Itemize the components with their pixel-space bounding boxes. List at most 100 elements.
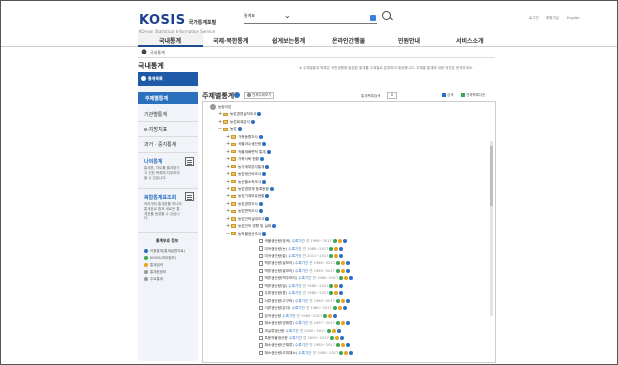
all-topics-button[interactable]: 전체주제보기 bbox=[244, 92, 275, 99]
chart-icon[interactable] bbox=[332, 239, 337, 244]
gnb-civil[interactable]: 민원안내 bbox=[398, 36, 420, 45]
tree-leaf-item[interactable]: 서류생산량(감자) 수록기간 연 1980~2017 bbox=[259, 305, 347, 311]
info-icon[interactable] bbox=[265, 194, 270, 199]
star-icon[interactable] bbox=[334, 246, 339, 251]
english-link[interactable]: English bbox=[567, 16, 580, 20]
tree-folder-item[interactable]: + 농업경영조사 bbox=[226, 201, 263, 207]
info-icon[interactable] bbox=[258, 134, 263, 139]
info-icon[interactable] bbox=[272, 224, 277, 229]
period-link[interactable]: 수록기간 bbox=[294, 261, 308, 265]
period-link[interactable]: 수록기간 bbox=[297, 351, 311, 355]
tree-folder-item[interactable]: + 농업기계보유현황 bbox=[226, 193, 270, 199]
search-button[interactable]: 검색 bbox=[442, 93, 453, 98]
chart-icon[interactable] bbox=[329, 283, 334, 288]
gnb-about[interactable]: 서비스소개 bbox=[456, 36, 484, 45]
tree-folder-item[interactable]: + 가축동향조사 bbox=[226, 134, 263, 140]
tree-folder-item[interactable]: + 농업경영체 등록현황 bbox=[226, 186, 274, 192]
star-icon[interactable] bbox=[341, 261, 346, 266]
info-icon[interactable] bbox=[265, 216, 270, 221]
sidebar-item-past[interactable]: 과거 · 중지통계 bbox=[144, 141, 176, 148]
chart-icon[interactable] bbox=[339, 350, 344, 355]
chart-icon[interactable] bbox=[336, 268, 341, 273]
period-link[interactable]: 수록기간 bbox=[297, 276, 311, 280]
info-icon[interactable] bbox=[250, 119, 255, 124]
star-icon[interactable] bbox=[344, 350, 349, 355]
info-icon[interactable] bbox=[346, 298, 351, 303]
gnb-international[interactable]: 국제·북한통계 bbox=[213, 36, 248, 45]
info-icon[interactable] bbox=[339, 291, 344, 296]
info-icon[interactable] bbox=[262, 231, 267, 236]
period-link[interactable]: 수록기간 bbox=[287, 254, 301, 258]
chart-icon[interactable] bbox=[336, 321, 341, 326]
info-icon[interactable] bbox=[269, 186, 274, 191]
star-icon[interactable] bbox=[334, 254, 339, 258]
star-icon[interactable] bbox=[334, 291, 339, 296]
info-icon[interactable] bbox=[339, 335, 344, 340]
tree-leaf-item[interactable]: 맥류생산량(쌀보리) 수록기간 연 1980~2017 bbox=[259, 268, 351, 274]
info-icon[interactable] bbox=[262, 142, 267, 147]
period-link[interactable]: 수록기간 bbox=[294, 299, 308, 303]
tree-folder-item[interactable]: − 농작물생산조사 bbox=[226, 231, 267, 237]
tree-leaf-item[interactable]: 곡물생산량(정곡) 수록기간 연 1998~2017 bbox=[259, 238, 347, 244]
my-stats-title[interactable]: 나의통계 bbox=[144, 158, 162, 165]
chart-icon[interactable] bbox=[336, 261, 341, 266]
tree-leaf-item[interactable]: 미곡생산량(논) 수록기간 연 1980~2017 bbox=[259, 246, 344, 252]
chart-icon[interactable] bbox=[329, 335, 334, 340]
chart-icon[interactable] bbox=[339, 276, 344, 281]
period-link[interactable]: 수록기간 bbox=[287, 247, 301, 251]
chart-icon[interactable] bbox=[329, 291, 334, 296]
tree-folder-item[interactable]: − 농업 bbox=[218, 126, 242, 132]
star-icon[interactable] bbox=[337, 306, 342, 311]
tree-folder-item[interactable]: + 가축사육 현황 bbox=[226, 156, 264, 162]
period-link[interactable]: 수록기간 bbox=[284, 329, 298, 333]
info-item[interactable]: KOSIS(여러정보) bbox=[144, 256, 176, 261]
info-icon[interactable] bbox=[258, 201, 263, 206]
info-item[interactable]: 통계검색 bbox=[144, 263, 163, 268]
sidebar-item-agency[interactable]: 기관별통계 bbox=[144, 111, 167, 118]
star-icon[interactable] bbox=[341, 321, 346, 326]
info-icon[interactable] bbox=[339, 283, 344, 288]
help-icon[interactable] bbox=[234, 92, 240, 98]
info-item[interactable]: 통계표정보 bbox=[144, 270, 166, 275]
info-icon[interactable] bbox=[349, 350, 354, 355]
star-icon[interactable] bbox=[337, 239, 342, 244]
search-input[interactable]: 통계표 ⌄ bbox=[244, 11, 377, 24]
signup-link[interactable]: 회원가입 bbox=[546, 16, 559, 21]
gnb-easy-stats[interactable]: 쉽게보는통계 bbox=[272, 36, 305, 45]
star-icon[interactable] bbox=[334, 283, 339, 288]
info-icon[interactable] bbox=[237, 127, 242, 132]
scrollbar-thumb[interactable] bbox=[490, 146, 493, 206]
tree-folder-item[interactable]: + 농업면적조사 bbox=[226, 208, 263, 214]
home-icon[interactable] bbox=[141, 49, 147, 54]
info-icon[interactable] bbox=[258, 209, 263, 214]
sidebar-item-topic[interactable]: 주제별통계 bbox=[138, 92, 198, 104]
info-icon[interactable] bbox=[342, 239, 347, 244]
tree-leaf-item[interactable]: 두류생산량(콩) 수록기간 연 1980~2017 bbox=[259, 290, 344, 296]
info-icon[interactable] bbox=[262, 172, 267, 177]
chart-icon[interactable] bbox=[326, 328, 331, 333]
info-icon[interactable] bbox=[342, 306, 347, 311]
chart-icon[interactable] bbox=[336, 298, 341, 303]
tree-folder-item[interactable]: + 농업경영실적조사 bbox=[218, 111, 262, 117]
info-icon[interactable] bbox=[336, 328, 341, 333]
search-scope-select[interactable]: 통계표 bbox=[244, 13, 255, 19]
info-icon[interactable] bbox=[333, 313, 338, 318]
star-icon[interactable] bbox=[328, 313, 333, 318]
chart-icon[interactable] bbox=[323, 313, 328, 318]
star-icon[interactable] bbox=[334, 335, 339, 340]
chart-icon[interactable] bbox=[336, 343, 341, 348]
chart-icon[interactable] bbox=[329, 254, 334, 258]
info-icon[interactable] bbox=[339, 246, 344, 251]
period-link[interactable]: 수록기간 bbox=[294, 269, 308, 273]
tree-folder-item[interactable]: + 작물재배면적 통계 bbox=[226, 149, 271, 155]
info-icon[interactable] bbox=[339, 254, 344, 258]
gnb-publications[interactable]: 온라인간행물 bbox=[332, 36, 365, 45]
period-link[interactable]: 수록기간 bbox=[287, 284, 301, 288]
info-item[interactable]: 이용통계(통계설명자료) bbox=[144, 249, 185, 254]
tree-folder-item[interactable]: + 농산물소득조사 bbox=[226, 179, 267, 185]
download-list-button[interactable]: 전체목록다운 bbox=[461, 93, 485, 98]
tree-leaf-item[interactable]: 과실류생산량 수록기간 연 2000~2017 bbox=[259, 328, 341, 334]
info-icon[interactable] bbox=[346, 261, 351, 266]
search-option-icon[interactable] bbox=[370, 15, 376, 21]
tree-leaf-item[interactable]: 맥류생산량(겉보리) 수록기간 연 1980~2017 bbox=[259, 260, 351, 266]
